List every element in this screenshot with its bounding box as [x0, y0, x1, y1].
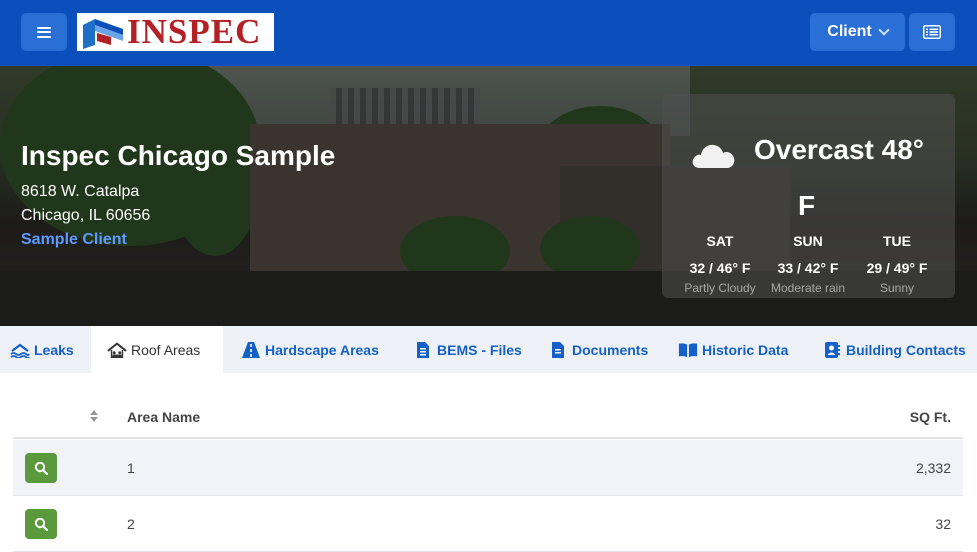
tab-documents[interactable]: Documents [548, 326, 648, 373]
section-tabs: Leaks Roof Areas Hardscape Areas BEMS - … [0, 326, 977, 373]
tab-building-contacts[interactable]: Building Contacts [822, 326, 966, 373]
weather-unit: F [798, 190, 816, 221]
forecast-day-name: SUN [793, 233, 823, 249]
roof-icon [107, 341, 127, 359]
chevron-down-icon [878, 24, 890, 36]
hamburger-icon [37, 26, 51, 38]
forecast-temps: 32 / 46° F [689, 260, 751, 276]
forecast-day-name: SAT [706, 233, 734, 249]
cloud-icon [692, 144, 735, 168]
forecast-day-name: TUE [883, 233, 911, 249]
tab-label: BEMS - Files [437, 341, 522, 358]
address-line-2: Chicago, IL 60656 [21, 207, 151, 224]
water-icon [10, 341, 30, 359]
client-link[interactable]: Sample Client [21, 231, 127, 249]
menu-button[interactable] [21, 13, 67, 51]
forecast-day: SUN 33 / 42° F Moderate rain [763, 233, 853, 295]
forecast-day: TUE 29 / 49° F Sunny [852, 233, 942, 295]
search-icon [34, 517, 48, 531]
logo-mark-icon [83, 19, 123, 49]
forecast-condition: Partly Cloudy [684, 281, 756, 295]
area-name-cell: 1 [127, 460, 135, 476]
logo-text: INSPEC [127, 12, 262, 51]
forecast-temps: 29 / 49° F [866, 260, 928, 276]
list-icon [923, 25, 941, 39]
table-header: Area Name SQ Ft. [13, 395, 963, 439]
address-line-1: 8618 W. Catalpa [21, 183, 140, 200]
book-icon [678, 341, 698, 359]
road-icon [241, 341, 261, 359]
client-dropdown-label: Client [827, 23, 872, 40]
forecast-day: SAT 32 / 46° F Partly Cloudy [675, 233, 765, 295]
view-area-button[interactable] [25, 453, 57, 483]
tab-label: Building Contacts [846, 341, 966, 358]
sq-ft-cell: 32 [935, 516, 951, 532]
area-name-cell: 2 [127, 516, 135, 532]
tab-leaks[interactable]: Leaks [10, 326, 74, 373]
search-icon [34, 461, 48, 475]
tab-historic-data[interactable]: Historic Data [678, 326, 788, 373]
column-header-area-name[interactable]: Area Name [127, 409, 200, 425]
forecast-condition: Moderate rain [770, 281, 846, 295]
view-area-button[interactable] [25, 509, 57, 539]
contact-icon [822, 341, 842, 359]
document-icon [548, 341, 568, 359]
top-navbar: INSPEC Client [0, 0, 977, 66]
tab-label: Leaks [34, 341, 74, 358]
sq-ft-cell: 2,332 [915, 460, 951, 476]
tab-label: Roof Areas [131, 341, 201, 358]
tab-bems-files[interactable]: BEMS - Files [413, 326, 522, 373]
tab-hardscape-areas[interactable]: Hardscape Areas [241, 326, 379, 373]
property-name: Inspec Chicago Sample [21, 140, 336, 171]
inspec-logo[interactable]: INSPEC [77, 13, 274, 51]
tab-label: Hardscape Areas [265, 341, 379, 358]
table-row: 1 2,332 [13, 440, 963, 496]
tab-label: Historic Data [702, 341, 789, 358]
list-view-button[interactable] [909, 13, 955, 51]
weather-current: Overcast 48° [754, 134, 924, 165]
column-header-sq-ft[interactable]: SQ Ft. [910, 409, 951, 425]
tab-label: Documents [572, 341, 649, 358]
client-dropdown-button[interactable]: Client [810, 13, 905, 51]
file-icon [413, 341, 433, 359]
forecast-condition: Sunny [879, 281, 915, 295]
tab-roof-areas[interactable]: Roof Areas [91, 326, 223, 373]
forecast-temps: 33 / 42° F [777, 260, 839, 276]
sort-icon[interactable] [90, 410, 98, 422]
table-row: 2 32 [13, 496, 963, 552]
